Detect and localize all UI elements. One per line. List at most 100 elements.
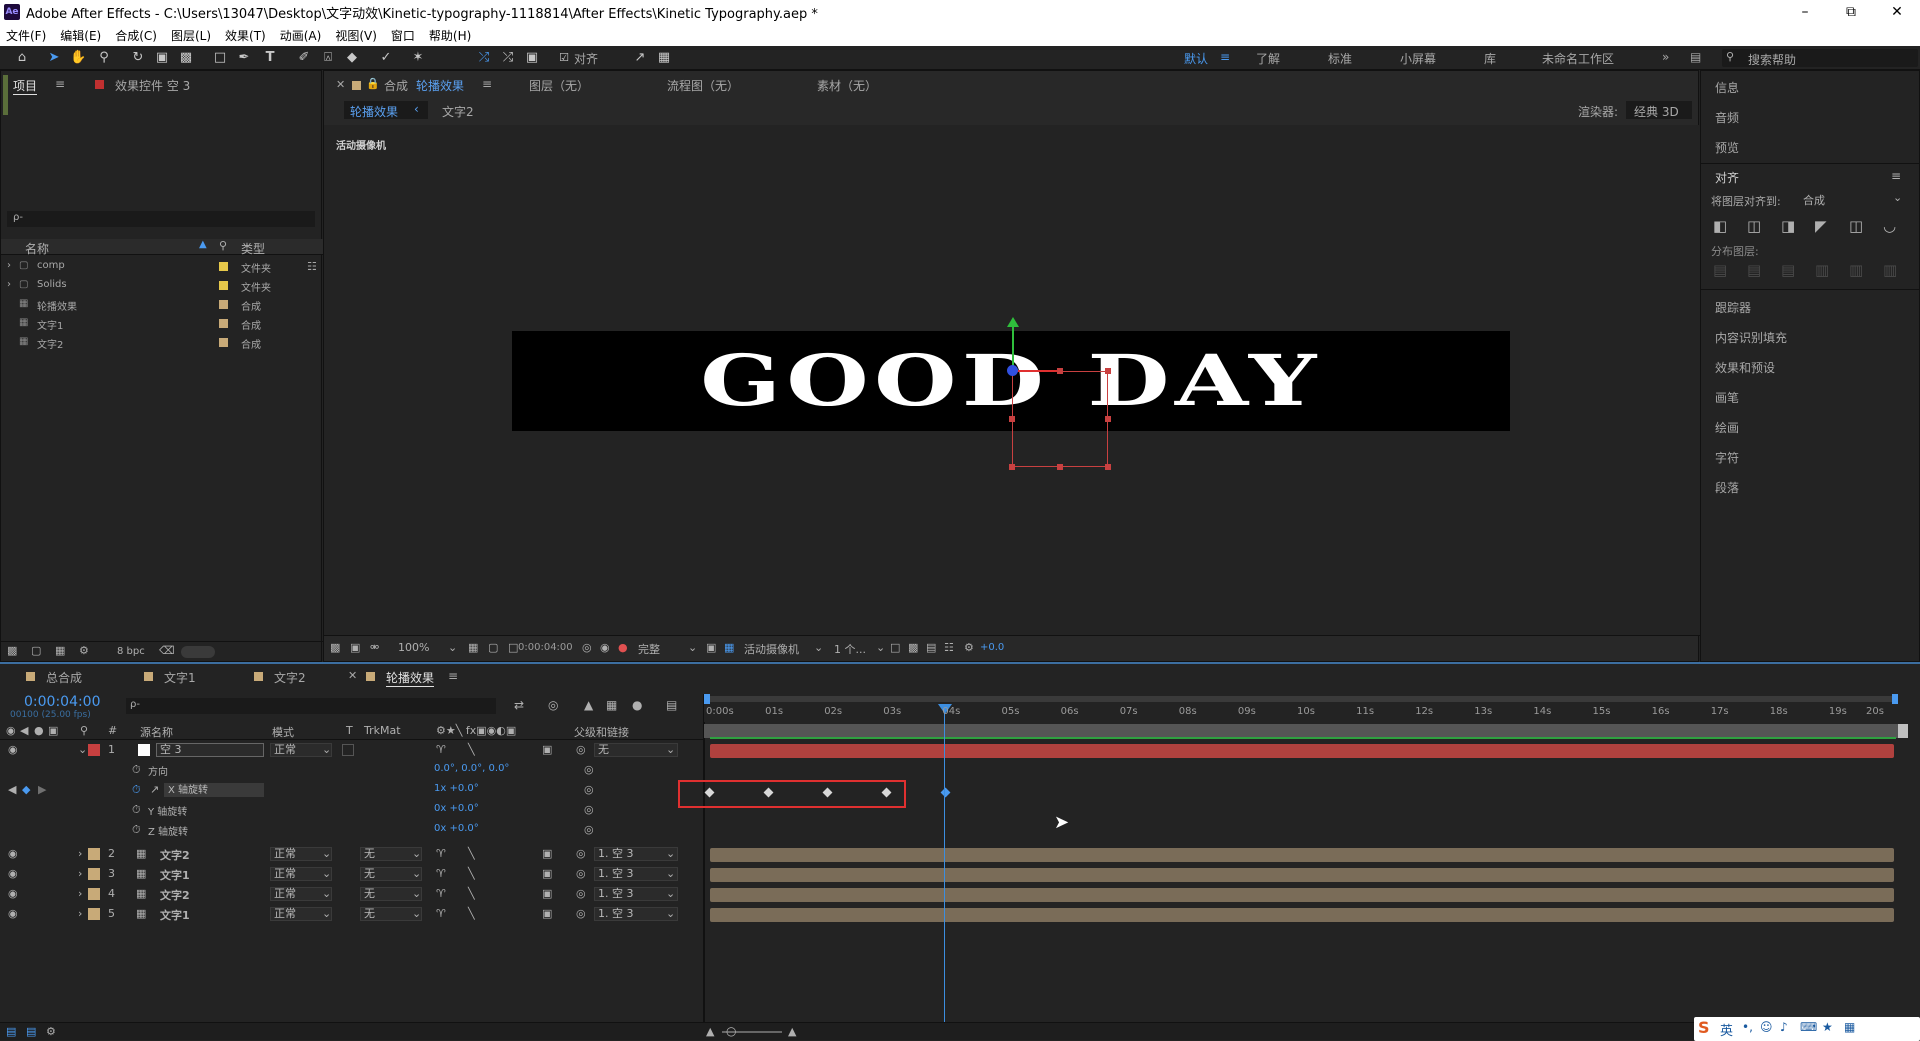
renderer-value[interactable]: 经典 3D — [1626, 101, 1692, 119]
expression-pickwhip-icon[interactable]: ◎ — [584, 763, 594, 776]
lock-icon[interactable]: ▣ — [48, 724, 58, 737]
handle[interactable] — [1105, 368, 1111, 374]
skin-icon[interactable]: ★ — [1822, 1020, 1833, 1034]
selected-property[interactable]: X 轴旋转 — [164, 783, 264, 797]
panel-info[interactable]: 信息 — [1715, 79, 1739, 96]
lock-icon[interactable]: 🔒 — [366, 77, 380, 90]
menu-edit[interactable]: 编辑(E) — [60, 27, 101, 44]
toggle-modes-icon[interactable]: ▤ — [26, 1025, 36, 1038]
fast-preview-icon[interactable]: ▩ — [908, 641, 918, 654]
zoom-select[interactable]: 100% — [398, 641, 429, 654]
chevron-down-icon[interactable]: ⌄ — [814, 641, 823, 654]
table-row[interactable]: ◀ ◆ ▶ ⏱ ↗ X 轴旋转 1x +0.0° ◎ — [0, 780, 703, 800]
navigator-start-handle[interactable] — [704, 694, 710, 704]
solo-toggle-icon[interactable]: ● — [34, 724, 44, 737]
x-axis-gizmo[interactable] — [1013, 370, 1057, 372]
restore-icon[interactable]: ⧉ — [1828, 0, 1874, 24]
eye-icon[interactable]: ◉ — [8, 847, 18, 860]
eraser-tool-icon[interactable]: ◆ — [344, 50, 360, 66]
handle[interactable] — [1057, 368, 1063, 374]
expand-icon[interactable]: › — [7, 279, 11, 290]
column-name[interactable]: 名称 — [25, 240, 49, 257]
panel-content-aware-fill[interactable]: 内容识别填充 — [1715, 329, 1787, 346]
work-area-end-icon[interactable] — [1898, 724, 1908, 738]
tab-layer[interactable]: 图层（无） — [529, 77, 589, 94]
emoji-icon[interactable]: ☺ — [1760, 1020, 1773, 1034]
bpc-label[interactable]: 8 bpc — [117, 646, 145, 657]
project-settings-icon[interactable]: ⚙ — [79, 644, 89, 657]
chevron-down-icon[interactable]: ⌄ — [412, 907, 421, 920]
quality-switch-icon[interactable]: ╲ — [468, 867, 475, 880]
panel-audio[interactable]: 音频 — [1715, 109, 1739, 126]
quality-switch-icon[interactable]: ╲ — [468, 887, 475, 900]
more-workspaces-icon[interactable]: » — [1662, 50, 1669, 64]
panel-tracker[interactable]: 跟踪器 — [1715, 299, 1751, 316]
color-channels-icon[interactable]: ● — [618, 641, 628, 654]
panel-preview[interactable]: 预览 — [1715, 139, 1739, 156]
video-toggle-icon[interactable]: ◉ — [6, 724, 16, 737]
chevron-down-icon[interactable]: ⌄ — [666, 887, 675, 900]
zoom-out-icon[interactable]: ▲ — [706, 1025, 714, 1038]
world-axis-icon[interactable]: ⤮ — [500, 50, 516, 66]
flowchart-icon[interactable]: ☷ — [307, 260, 317, 273]
align-menu-icon[interactable]: ≡ — [1891, 169, 1901, 183]
null-layer-bounds[interactable] — [1012, 371, 1108, 467]
pick-whip-icon[interactable]: ◎ — [576, 907, 586, 920]
snapshot-icon[interactable]: ◎ — [582, 641, 592, 654]
chevron-down-icon[interactable]: ⌄ — [322, 847, 331, 860]
zoom-tool-icon[interactable]: ⚲ — [96, 50, 112, 66]
align-left-icon[interactable]: ◧ — [1713, 217, 1727, 235]
chevron-down-icon[interactable]: ⌄ — [666, 847, 675, 860]
keyframe-indicator[interactable] — [940, 787, 951, 798]
tab-text1[interactable]: 文字1 — [164, 669, 196, 686]
resolution-select[interactable]: 完整 — [638, 641, 660, 657]
close-tab-icon[interactable]: ✕ — [336, 78, 345, 91]
align-bottom-icon[interactable]: ◡ — [1883, 217, 1896, 235]
table-row[interactable]: ◉ › 2 ▦ 文字2 正常 ⌄ 无 ⌄ ♈ ╲ ▣ ◎ 1. 空 3 ⌄ — [0, 844, 703, 864]
region-icon[interactable]: □ — [508, 641, 518, 654]
column-trkmat[interactable]: TrkMat — [364, 724, 401, 737]
align-top-icon[interactable]: ◤ — [1815, 217, 1827, 235]
workspace-standard[interactable]: 标准 — [1328, 50, 1352, 67]
ime-toolbar[interactable]: S 英 •, ☺ ♪ ⌨ ★ ▦ — [1694, 1017, 1920, 1041]
column-parent[interactable]: 父级和链接 — [574, 724, 629, 740]
eye-icon[interactable]: ◉ — [8, 743, 18, 756]
pick-whip-icon[interactable]: ◎ — [576, 867, 586, 880]
workspace-panel-icon[interactable]: ▤ — [1690, 50, 1701, 64]
handle[interactable] — [1009, 416, 1015, 422]
graph-icon[interactable]: ↗ — [150, 783, 159, 796]
toggle-in-out-icon[interactable]: ⚙ — [46, 1025, 56, 1038]
shy-switch-icon[interactable]: ♈ — [436, 867, 446, 880]
help-search-box[interactable]: ⚲ 搜索帮助 — [1722, 49, 1918, 67]
expression-pickwhip-icon[interactable]: ◎ — [584, 823, 594, 836]
table-row[interactable]: ◉ ⌄ 1 空 3 正常 ⌄ ♈ ╲ ▣ ◎ 无 ⌄ — [0, 740, 703, 760]
pick-whip-icon[interactable]: ◎ — [576, 847, 586, 860]
view-axis-icon[interactable]: ▣ — [524, 50, 540, 66]
close-tab-icon[interactable]: ✕ — [348, 669, 357, 682]
zoom-slider-knob-icon[interactable]: ○ — [726, 1024, 736, 1038]
tab-main-comp[interactable]: 总合成 — [46, 669, 82, 686]
align-vertical-center-icon[interactable]: ◫ — [1849, 217, 1863, 235]
panel-effects-presets[interactable]: 效果和预设 — [1715, 359, 1775, 376]
expand-icon[interactable]: › — [78, 907, 82, 920]
layer-bar[interactable] — [710, 848, 1894, 862]
layer-name[interactable]: 文字2 — [160, 847, 190, 863]
handle[interactable] — [1105, 416, 1111, 422]
quality-switch-icon[interactable]: ╲ — [468, 907, 475, 920]
list-item[interactable]: ▦ 文字1 合成 — [1, 314, 321, 333]
chevron-down-icon[interactable]: ⌄ — [666, 867, 675, 880]
shy-switch-icon[interactable]: ♈ — [436, 887, 446, 900]
menu-animation[interactable]: 动画(A) — [280, 27, 322, 44]
property-value[interactable]: 0x +0.0° — [434, 803, 479, 814]
new-folder-icon[interactable]: ▢ — [31, 644, 41, 657]
workspace-untitled[interactable]: 未命名工作区 — [1542, 50, 1614, 67]
brush-tool-icon[interactable]: ✐ — [296, 50, 312, 66]
minimize-icon[interactable]: – — [1782, 0, 1828, 24]
region-of-interest-icon[interactable]: ▣ — [706, 641, 716, 654]
stopwatch-icon[interactable]: ⏱ — [132, 783, 141, 797]
playhead[interactable] — [944, 704, 945, 1022]
layer-name[interactable]: 文字1 — [160, 907, 190, 923]
table-row[interactable]: ⏱ Z 轴旋转 0x +0.0° ◎ — [0, 820, 703, 840]
column-mode[interactable]: 模式 — [272, 724, 294, 740]
add-keyframe-icon[interactable]: ◆ — [22, 783, 30, 796]
